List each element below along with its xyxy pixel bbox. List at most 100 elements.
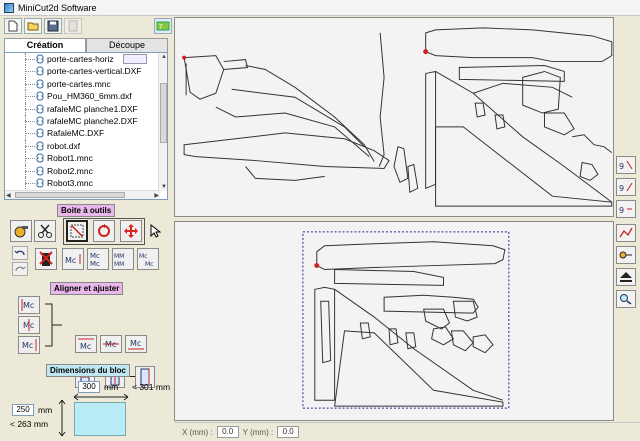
pointer-arrow-icon[interactable] [147,222,163,240]
file-tree-hscroll[interactable]: ◀ ▶ [5,190,160,199]
delete-bin-icon[interactable] [35,248,57,270]
svg-text:Mc: Mc [90,260,100,267]
grid-array-icon[interactable]: Mc Mc [137,248,159,270]
file-name: porte-cartes-vertical.DXF [47,66,142,77]
height-max: < 263 mm [10,419,49,429]
svg-text:Mc: Mc [145,261,153,267]
cut-path-icon[interactable]: 9 [616,156,636,174]
dxf-file-icon [36,66,44,76]
file-tree-vscroll[interactable]: ▲ ▼ [158,53,167,191]
file-list-item[interactable]: Pou_HM360_6mm.dxf [5,90,167,103]
dims-section-label: Dimensions du bloc [46,364,131,377]
main-toolbar: ? [0,16,172,36]
mirror-h-icon[interactable]: Mc [62,248,84,270]
window-title: MiniCut2d Software [18,2,97,13]
eject-icon[interactable] [616,268,636,286]
redo-icon[interactable] [12,262,28,276]
file-list-item[interactable]: porte-cartes-vertical.DXF [5,65,167,78]
overlay-toggle-icon[interactable] [123,54,147,64]
svg-text:9: 9 [619,162,624,171]
path-reverse-icon[interactable]: 9 [616,200,636,218]
zoom-icon[interactable] [616,290,636,308]
x-coord-value: 0.0 [216,426,239,438]
help-icon[interactable]: ? [154,18,172,34]
dxf-file-icon [36,153,44,163]
align-center-icon[interactable]: Mc [18,316,40,334]
file-list-item[interactable]: porte-cartes-horiz [5,53,167,66]
dxf-file-icon [36,91,44,101]
file-list-item[interactable]: rafaleMC planche2.DXF [5,114,167,128]
tools-section-label: Boite à outils [57,204,116,217]
design-canvas-bottom[interactable] [174,221,614,421]
svg-text:Mc: Mc [22,341,33,350]
file-list-item[interactable]: RafaleMC.DXF [5,127,167,140]
align-bracket [45,303,62,347]
height-arrow [58,399,66,437]
title-bar: MiniCut2d Software [0,0,640,16]
file-tree[interactable]: porte-cartes-horiz porte-cartes-vertical.… [4,52,168,200]
tab-decoupe[interactable]: Découpe [86,38,168,52]
file-name: rafaleMC planche2.DXF [47,115,138,126]
array-icon[interactable]: MM MM [112,248,134,270]
file-name: rafaleMC planche1.DXF [47,103,138,114]
file-list-item[interactable]: rafaleMC planche1.DXF [5,102,167,115]
dxf-file-icon [36,178,44,188]
trajectory-icon[interactable] [616,224,636,242]
design-canvas-top[interactable] [174,17,614,217]
block-selection-rect [302,231,510,409]
align-right-icon[interactable]: Mc [18,336,40,354]
svg-text:MM: MM [114,261,124,267]
select-region-icon[interactable] [66,220,88,242]
dxf-file-icon [36,104,44,114]
align-middle-icon[interactable]: Mc [100,335,122,353]
dxf-file-icon [36,54,44,64]
move-icon[interactable] [120,220,142,242]
height-unit: mm [38,405,53,415]
file-name: robot.dxf [47,140,81,151]
svg-text:Mc: Mc [130,339,141,348]
rotate-icon[interactable] [93,220,115,242]
top-drawing [182,27,613,207]
status-bar: X (mm) : 0.0 Y (mm) : 0.0 [174,422,640,441]
width-unit: mm [104,382,119,392]
tab-creation[interactable]: Création [4,38,86,52]
y-coord-value: 0.0 [277,426,300,438]
disabled-icon [64,18,82,34]
align-top-icon[interactable]: Mc [75,335,97,353]
file-list-item[interactable]: Robot1.mnc [5,152,167,165]
path-order-icon[interactable]: 9 [616,178,636,196]
svg-text:Mc: Mc [80,342,91,351]
tab-bar: Création Découpe [4,38,168,52]
dxf-file-icon [36,79,44,89]
file-name: Robot2.mnc [47,165,93,176]
measure-tape-icon[interactable] [10,220,32,242]
hscroll-thumb[interactable] [15,192,125,198]
svg-text:9: 9 [619,206,624,215]
vscroll-thumb[interactable] [160,83,167,143]
bottom-drawing [302,231,510,409]
undo-icon[interactable] [12,246,28,260]
file-list-item[interactable]: Robot2.mnc [5,164,167,177]
app-icon [4,2,14,13]
left-panel: Création Découpe porte-cartes-horiz porte… [0,36,172,441]
open-folder-icon[interactable] [24,18,42,34]
dxf-file-icon [36,166,44,176]
file-list-item[interactable]: porte-cartes.mnc [5,77,167,91]
file-name: Robot1.mnc [47,153,93,164]
file-list-item[interactable]: robot.dxf [5,139,167,153]
svg-text:Mc: Mc [90,252,100,260]
save-icon[interactable] [44,18,62,34]
new-file-icon[interactable] [4,18,22,34]
dxf-file-icon [36,141,44,151]
start-point-left [182,55,187,60]
align-section-label: Aligner et ajuster [50,282,124,295]
svg-text:Mc: Mc [65,256,76,265]
scissors-icon[interactable] [34,220,56,242]
height-input[interactable]: 250 [12,404,34,416]
align-bottom-icon[interactable]: Mc [125,335,147,353]
file-name: porte-cartes-horiz [47,54,114,64]
wire-icon[interactable] [616,246,636,264]
align-left-icon[interactable]: Mc [18,296,40,314]
mirror-v-icon[interactable]: Mc Mc [87,248,109,270]
file-list-item[interactable]: Robot3.mnc [5,176,167,190]
